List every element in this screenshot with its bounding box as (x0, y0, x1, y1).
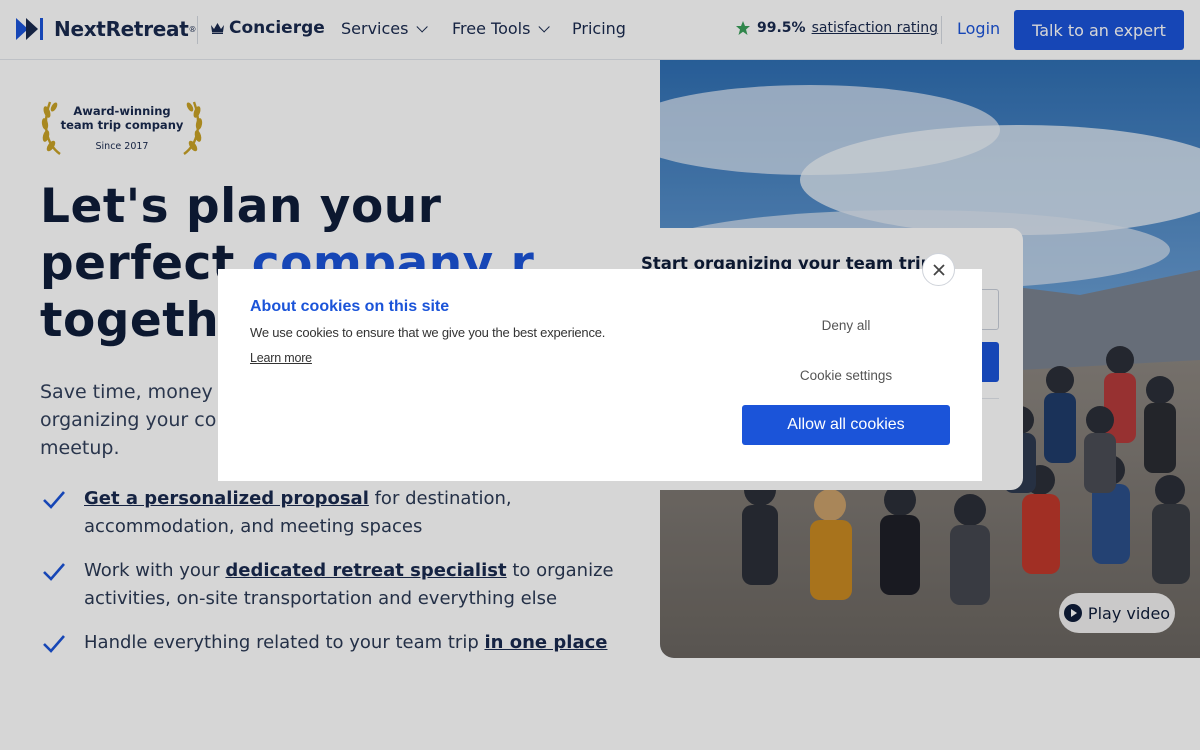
close-modal-button[interactable] (922, 253, 955, 286)
cookie-settings-button[interactable]: Cookie settings (742, 363, 950, 387)
cookie-modal-body: We use cookies to ensure that we give yo… (250, 325, 606, 340)
deny-all-button[interactable]: Deny all (742, 313, 950, 337)
allow-all-cookies-button[interactable]: Allow all cookies (742, 405, 950, 445)
learn-more-link[interactable]: Learn more (250, 351, 312, 365)
cookie-modal-title: About cookies on this site (250, 298, 450, 315)
close-icon (932, 263, 945, 276)
cookie-consent-modal: About cookies on this site We use cookie… (218, 269, 982, 481)
